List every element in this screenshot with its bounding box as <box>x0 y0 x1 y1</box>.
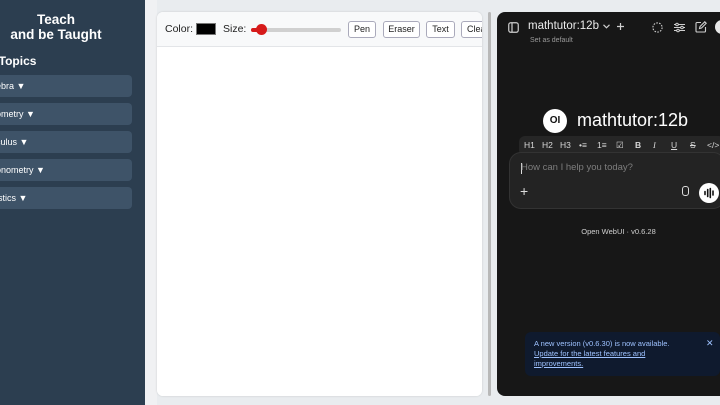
whiteboard-panel: Color: Size: Pen Eraser Text Clea <box>157 12 482 396</box>
sidebar-toggle-icon[interactable] <box>508 22 519 33</box>
panel-resize-handle[interactable] <box>488 12 491 396</box>
topic-algebra-button[interactable]: ebra ▼ <box>0 75 132 97</box>
brand-model-name: mathtutor:12b <box>577 110 689 130</box>
size-label: Size: <box>223 23 247 35</box>
microphone-icon[interactable] <box>682 186 689 196</box>
topic-geometry-button[interactable]: ometry ▼ <box>0 103 132 125</box>
site-title: Teach and be Taught <box>0 12 112 42</box>
add-model-icon[interactable] <box>617 23 624 30</box>
attach-plus-icon[interactable]: + <box>520 183 528 199</box>
text-button[interactable]: Text <box>426 21 455 38</box>
color-label: Color: <box>165 23 194 35</box>
app-version: Open WebUI · v0.6.28 <box>581 227 656 236</box>
topic-trigonometry-button[interactable]: onometry ▼ <box>0 159 132 181</box>
audio-wave-icon <box>704 187 714 199</box>
numbered-list-icon[interactable]: 1≡ <box>597 140 607 150</box>
toast-message: A new version (v0.6.30) is now available… <box>534 339 670 348</box>
eraser-button[interactable]: Eraser <box>383 21 420 38</box>
checklist-icon[interactable]: ☑ <box>616 140 624 151</box>
italic-button[interactable]: I <box>653 140 656 150</box>
message-input-box[interactable]: How can I help you today? + <box>509 152 720 209</box>
chat-panel: mathtutor:12b Set as default OI mathtuto… <box>497 12 720 396</box>
new-chat-icon[interactable] <box>695 21 707 33</box>
pen-button[interactable]: Pen <box>348 21 376 38</box>
topics-heading: h Topics <box>0 54 37 68</box>
message-input-placeholder[interactable]: How can I help you today? <box>521 162 633 173</box>
toast-update-link[interactable]: Update for the latest features and impro… <box>534 349 674 369</box>
heading-3-button[interactable]: H3 <box>560 140 571 150</box>
drawing-toolbar: Color: Size: Pen Eraser Text Clea <box>157 12 482 47</box>
controls-sliders-icon[interactable] <box>674 22 685 33</box>
temporary-chat-icon[interactable] <box>652 22 663 33</box>
brand-logo: OI <box>543 109 567 133</box>
split-gutter <box>145 0 157 405</box>
close-icon[interactable]: ✕ <box>706 338 714 349</box>
heading-2-button[interactable]: H2 <box>542 140 553 150</box>
site-title-line-1: Teach <box>36 12 75 27</box>
drawing-canvas[interactable] <box>157 47 482 396</box>
set-as-default-link[interactable]: Set as default <box>530 37 573 44</box>
color-picker[interactable] <box>196 23 216 35</box>
code-icon[interactable]: </> <box>707 140 719 150</box>
site-title-line-2: and be Taught <box>10 27 102 42</box>
size-slider-handle[interactable] <box>256 24 268 35</box>
topic-calculus-button[interactable]: culus ▼ <box>0 131 132 153</box>
user-avatar[interactable] <box>715 20 720 34</box>
bold-button[interactable]: B <box>635 140 641 150</box>
model-selector[interactable]: mathtutor:12b <box>528 20 599 32</box>
strikethrough-button[interactable]: S <box>690 140 696 150</box>
underline-button[interactable]: U <box>671 140 677 150</box>
voice-mode-button[interactable] <box>699 183 719 203</box>
clear-button[interactable]: Clea <box>461 21 482 38</box>
topic-statistics-button[interactable]: istics ▼ <box>0 187 132 209</box>
update-toast: A new version (v0.6.30) is now available… <box>525 332 720 376</box>
sidebar: Teach and be Taught h Topics ebra ▼ omet… <box>0 0 145 405</box>
heading-1-button[interactable]: H1 <box>524 140 535 150</box>
chevron-down-icon[interactable] <box>603 24 610 29</box>
bullet-list-icon[interactable]: •≡ <box>579 140 587 150</box>
